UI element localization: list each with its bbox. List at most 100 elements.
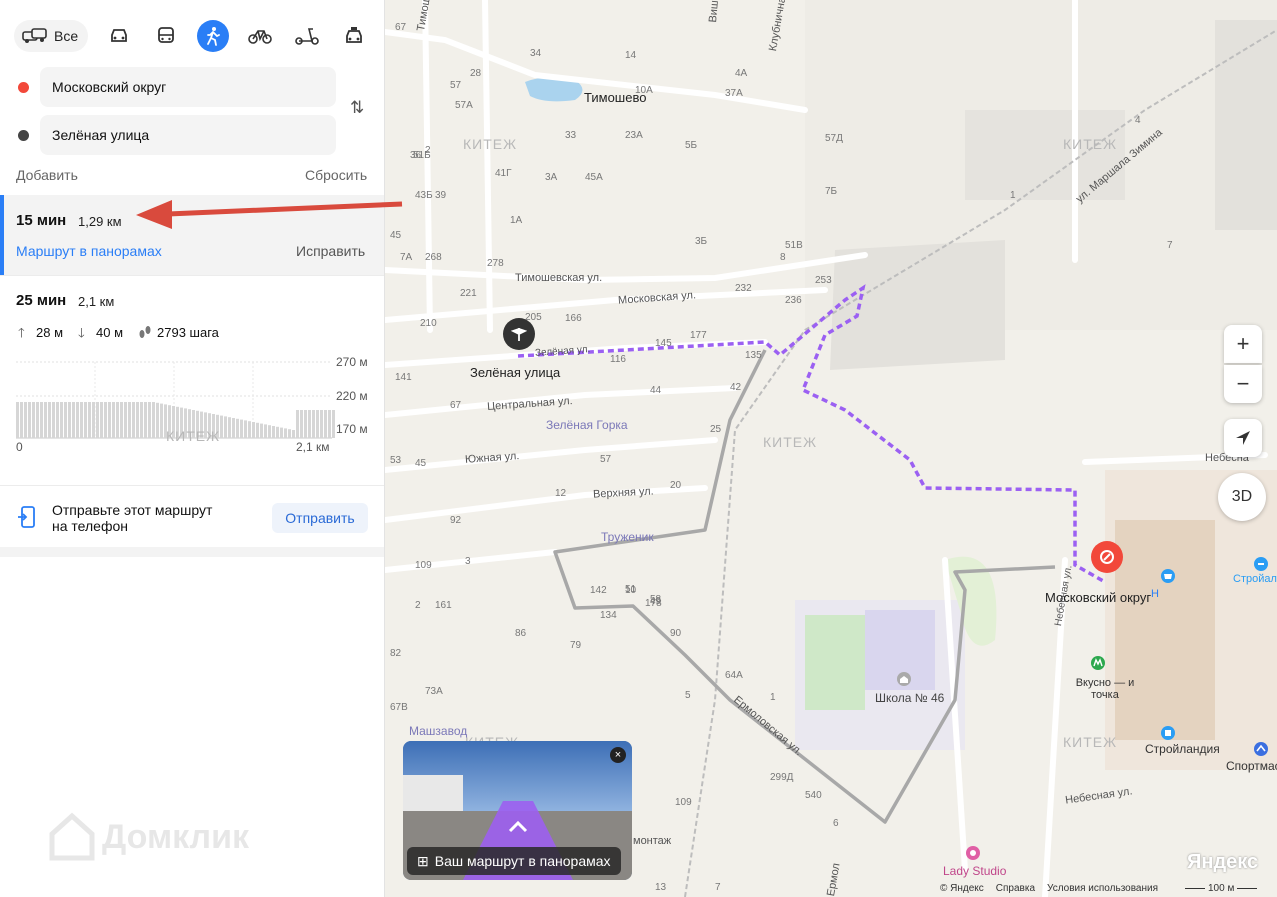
poi-stroyal: Стройал — [1233, 573, 1277, 585]
arrow-up-icon: 🡑 — [18, 325, 25, 340]
vkusno-icon — [1091, 656, 1105, 670]
house-number: 82 — [390, 648, 402, 659]
house-number: 299Д — [770, 772, 794, 783]
start-marker[interactable] — [1091, 541, 1123, 573]
zoom-in-button[interactable]: + — [1224, 325, 1262, 363]
house-number: 28 — [470, 68, 482, 79]
mode-bus-button[interactable] — [150, 20, 182, 52]
house-number: 7Б — [825, 186, 838, 197]
elevation-bar — [160, 403, 163, 438]
panel-separator — [0, 547, 384, 557]
street-timoshevskaya: Тимошевская ул. — [515, 272, 603, 284]
car-icon — [111, 29, 128, 42]
house-number: 10А — [635, 85, 653, 96]
route1-fix-button[interactable]: Исправить — [296, 243, 365, 259]
elevation-bar — [244, 420, 247, 438]
all-transport-icon — [22, 28, 47, 43]
house-number: 25 — [710, 424, 722, 435]
elev-x-end: 2,1 км — [296, 440, 330, 454]
house-number: 6 — [833, 818, 839, 829]
pano-label-button[interactable]: ⊞ Ваш маршрут в панорамах — [407, 847, 621, 875]
elevation-bar — [132, 402, 135, 438]
poi-sportmaster: Спортмас — [1226, 759, 1277, 773]
from-input[interactable]: Московский округ — [40, 67, 336, 107]
reset-button[interactable]: Сбросить — [305, 167, 367, 183]
panorama-preview[interactable]: × ⊞ Ваш маршрут в панорамах — [403, 741, 632, 880]
divider — [0, 485, 384, 486]
end-marker-label: Зелёная улица — [470, 365, 561, 380]
mode-car-button[interactable] — [103, 20, 135, 52]
end-dot — [18, 130, 29, 141]
zoom-out-button[interactable]: − — [1224, 365, 1262, 403]
route1-panorama-link[interactable]: Маршрут в панорамах — [16, 243, 162, 259]
house-number: 51В — [785, 240, 803, 251]
copyright: © Яндекс — [940, 883, 984, 894]
send-button[interactable]: Отправить — [272, 503, 368, 533]
elev-x-start: 0 — [16, 440, 23, 454]
house-number: 90 — [670, 628, 682, 639]
elevation-chart: 270 м 220 м 170 м 0 2,1 км КИТЕЖ — [16, 355, 368, 456]
house-number: 14 — [625, 50, 637, 61]
route1-distance: 1,29 км — [78, 214, 122, 229]
add-point-button[interactable]: Добавить — [16, 167, 78, 183]
elevation-bar — [296, 410, 299, 438]
geolocation-button[interactable] — [1224, 419, 1262, 457]
start-icon — [1100, 550, 1114, 564]
poi-montazh: монтаж — [633, 835, 672, 847]
mode-walk-button[interactable] — [197, 20, 230, 52]
map-label-mashzavod: Машзавод — [409, 724, 468, 738]
house-number: 13 — [655, 882, 667, 893]
close-icon[interactable]: × — [610, 747, 626, 763]
house-number: 67В — [390, 702, 408, 713]
house-number: 45 — [415, 458, 427, 469]
phone-icon — [18, 506, 35, 528]
mode-taxi-button[interactable] — [338, 20, 370, 52]
kitezh-watermark: КИТЕЖ — [166, 428, 221, 444]
house-number: 8 — [780, 252, 786, 263]
to-input[interactable]: Зелёная улица — [40, 115, 336, 155]
swap-icon[interactable]: ⇅ — [350, 98, 364, 118]
end-marker[interactable] — [503, 318, 535, 350]
house-number: 67 — [450, 400, 462, 411]
route-panel: Все Московский округ Зелёная улица ⇅ Доб… — [0, 0, 385, 897]
poi-school: Школа № 46 — [875, 691, 945, 705]
elevation-bar — [148, 402, 151, 438]
elev-label-bottom: 170 м — [336, 422, 368, 436]
elevation-bar — [88, 402, 91, 438]
terms-link[interactable]: Условия использования — [1047, 883, 1158, 894]
elevation-bar — [36, 402, 39, 438]
elevation-bar — [56, 402, 59, 438]
house-number: 42 — [730, 382, 742, 393]
elevation-bar — [156, 402, 159, 438]
house-number: 540 — [805, 790, 822, 801]
house-number: 7 — [715, 882, 721, 893]
house-number: 268 — [425, 252, 442, 263]
elevation-bar — [248, 421, 251, 438]
send-text-line1: Отправьте этот маршрут — [52, 502, 213, 518]
map-label-zelenaya-gorka: Зелёная Горка — [546, 418, 628, 432]
house-number: 53 — [390, 455, 402, 466]
house-number: 134 — [600, 610, 617, 621]
route2-time: 25 мин — [16, 292, 67, 309]
mode-scooter-button[interactable] — [291, 20, 323, 52]
elevation-bar — [64, 402, 67, 438]
feedback-link[interactable]: Справка — [996, 883, 1035, 894]
house-number: 109 — [415, 560, 432, 571]
mode-all-button[interactable]: Все — [14, 20, 89, 52]
elevation-bar — [20, 402, 23, 438]
yandex-logo: Яндекс — [1187, 851, 1259, 873]
poi-vkusno: Вкусно — и точка — [1075, 677, 1135, 701]
house-number: 57Д — [825, 133, 843, 144]
house-number: 1 — [770, 692, 776, 703]
elevation-bar — [312, 410, 315, 438]
elevation-bar — [100, 402, 103, 438]
stroylandia-icon — [1161, 726, 1175, 740]
mode-bicycle-button[interactable] — [244, 20, 276, 52]
elevation-bar — [72, 402, 75, 438]
house-number: 5Б — [685, 140, 698, 151]
3d-button[interactable]: 3D — [1218, 473, 1266, 521]
school-icon — [897, 672, 911, 686]
route-option-2[interactable]: 25 мин 2,1 км 🡑 28 м 🡓 40 м 2793 шага 27… — [0, 276, 384, 484]
house-number: 7 — [1167, 240, 1173, 251]
shop-icon — [1161, 569, 1175, 583]
